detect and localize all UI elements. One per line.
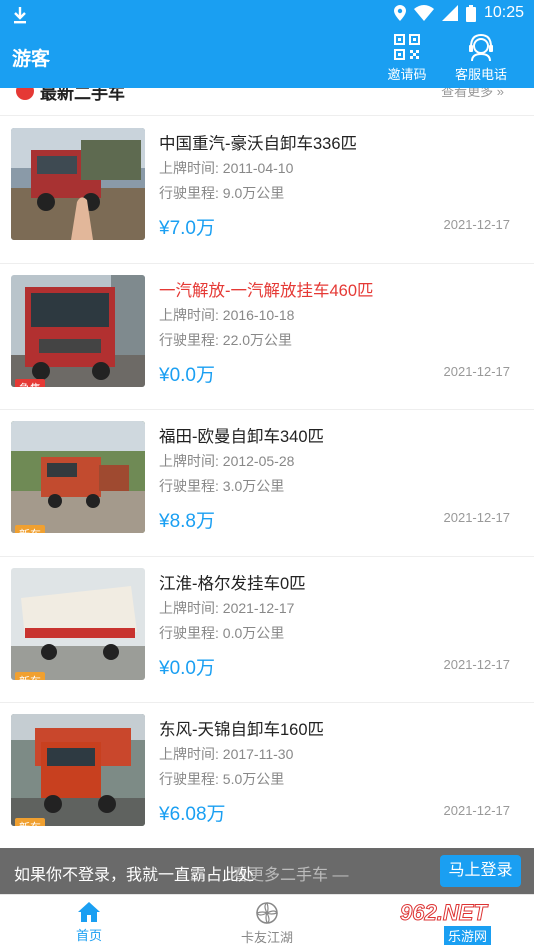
registration-date: 上牌时间: 2016-10-18: [159, 306, 295, 323]
post-date: 2021-12-17: [443, 363, 511, 379]
urgent-badge: 急售: [15, 378, 45, 387]
list-item[interactable]: 新车 江淮-格尔发挂车0匹 上牌时间: 2021-12-17 行驶里程: 0.0…: [0, 556, 534, 703]
list-item[interactable]: 急售 一汽解放-一汽解放挂车460匹 上牌时间: 2016-10-18 行驶里程…: [0, 263, 534, 410]
truck-photo: 新车: [11, 421, 145, 533]
status-time: 10:25: [483, 4, 524, 21]
mileage: 行驶里程: 5.0万公里: [159, 771, 285, 787]
post-date: 2021-12-17: [443, 510, 511, 525]
wifi-icon: [413, 5, 434, 21]
mileage: 行驶里程: 3.0万公里: [159, 478, 285, 494]
section-header: 最新二手车 查看更多 »: [0, 88, 534, 116]
list-item[interactable]: 中国重汽-豪沃自卸车336匹 上牌时间: 2011-04-10 行驶里程: 9.…: [0, 117, 534, 264]
location-icon: [393, 5, 406, 21]
price: ¥6.08万: [159, 804, 226, 825]
registration-date: 上牌时间: 2012-05-28: [159, 453, 295, 469]
listing-title: 江淮-格尔发挂车0匹: [159, 574, 306, 593]
nav-home[interactable]: 首页: [29, 897, 149, 944]
registration-date: 上牌时间: 2011-04-10: [159, 160, 294, 176]
watermark-sub: 乐游网: [444, 926, 492, 945]
price: ¥0.0万: [159, 364, 215, 386]
user-title: 游客: [12, 49, 51, 70]
list-item[interactable]: 新车 福田-欧曼自卸车340匹 上牌时间: 2012-05-28 行驶里程: 3…: [0, 410, 534, 557]
watermark-logo: 962.NET: [400, 900, 488, 926]
site-watermark: 962.NET 乐游网: [392, 898, 528, 946]
list-item[interactable]: 新车 东风-天锦自卸车160匹 上牌时间: 2017-11-30 行驶里程: 5…: [0, 703, 534, 850]
app-bar: 游客 邀请码 客服电话: [0, 30, 534, 88]
price: ¥0.0万: [159, 657, 215, 679]
mileage: 行驶里程: 0.0万公里: [159, 624, 285, 641]
qr-code-icon: [394, 34, 420, 60]
new-car-badge: 新车: [15, 525, 45, 533]
registration-date: 上牌时间: 2017-11-30: [159, 746, 294, 762]
login-prompt-message: 如果你不登录，我就一直霸占此处: [14, 867, 255, 884]
truck-list: 中国重汽-豪沃自卸车336匹 上牌时间: 2011-04-10 行驶里程: 9.…: [0, 117, 534, 850]
nav-kayou[interactable]: 卡友江湖: [207, 897, 327, 946]
listing-title: 东风-天锦自卸车160匹: [159, 721, 325, 739]
post-date: 2021-12-17: [443, 217, 511, 232]
section-title: 最新二手车: [40, 88, 125, 103]
status-bar: 10:25: [0, 0, 534, 30]
invite-code-label: 邀请码: [387, 67, 427, 82]
truck-photo: 新车: [11, 567, 145, 680]
view-more-link[interactable]: 查看更多 »: [441, 88, 504, 100]
login-prompt-bar: 看更多二手车 — 如果你不登录，我就一直霸占此处 马上登录: [0, 848, 534, 894]
truck-photo: [11, 128, 145, 240]
listing-title: 中国重汽-豪沃自卸车336匹: [159, 135, 358, 153]
customer-service-button[interactable]: 客服电话: [446, 30, 516, 88]
listing-title: 福田-欧曼自卸车340匹: [159, 428, 325, 446]
mileage: 行驶里程: 9.0万公里: [159, 185, 285, 201]
battery-icon: [465, 4, 476, 22]
price: ¥8.8万: [159, 511, 215, 532]
truck-photo: 急售: [11, 274, 145, 387]
nav-kayou-label: 卡友江湖: [240, 930, 293, 945]
listing-title: 一汽解放-一汽解放挂车460匹: [159, 281, 374, 300]
headset-icon: [469, 33, 493, 62]
new-car-badge: 新车: [15, 818, 45, 826]
new-car-badge: 新车: [15, 671, 45, 680]
customer-service-label: 客服电话: [454, 67, 507, 82]
registration-date: 上牌时间: 2021-12-17: [159, 599, 295, 616]
truck-photo: 新车: [11, 714, 145, 826]
section-icon: [16, 88, 34, 100]
invite-code-button[interactable]: 邀请码: [372, 30, 442, 88]
fan-icon: [256, 902, 278, 924]
login-button[interactable]: 马上登录: [440, 855, 521, 887]
download-icon: [14, 7, 26, 24]
home-icon: [78, 902, 100, 922]
mileage: 行驶里程: 22.0万公里: [159, 331, 293, 348]
post-date: 2021-12-17: [443, 803, 511, 818]
post-date: 2021-12-17: [443, 656, 511, 672]
signal-icon: [441, 5, 458, 21]
price: ¥7.0万: [159, 218, 215, 239]
nav-home-label: 首页: [75, 928, 102, 943]
